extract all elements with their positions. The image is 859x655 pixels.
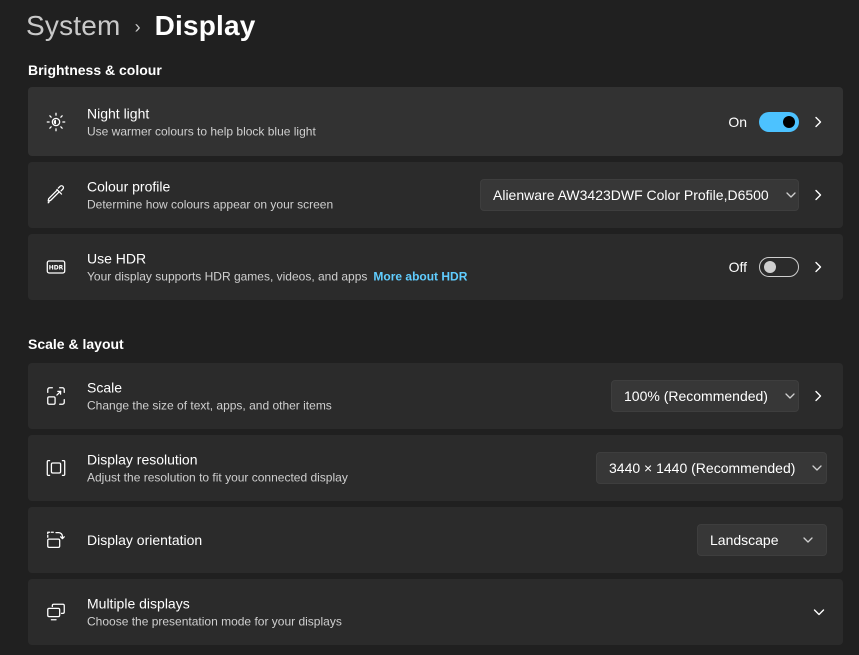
page-title: Display (154, 10, 256, 41)
colour-profile-selected: Alienware AW3423DWF Color Profile,D6500 (493, 187, 769, 203)
display-orientation-text: Display orientation (87, 531, 202, 549)
scale-selected: 100% (Recommended) (624, 388, 768, 404)
display-orientation-title: Display orientation (87, 532, 203, 548)
scale-icon (44, 384, 68, 408)
chevron-right-icon[interactable] (811, 115, 825, 129)
scale-title: Scale (87, 379, 123, 396)
colour-profile-description: Determine how colours appear on your scr… (87, 197, 334, 212)
display-resolution-card[interactable]: Display resolution Adjust the resolution… (28, 435, 843, 501)
colour-profile-dropdown[interactable]: Alienware AW3423DWF Color Profile,D6500 (480, 179, 799, 211)
chevron-right-icon[interactable] (811, 260, 825, 274)
night-light-state-label: On (728, 113, 747, 130)
multiple-displays-card[interactable]: Multiple displays Choose the presentatio… (28, 579, 843, 645)
scale-card[interactable]: Scale Change the size of text, apps, and… (28, 363, 843, 429)
multiple-displays-text: Multiple displays Choose the presentatio… (87, 595, 342, 630)
hdr-card[interactable]: HDR Use HDR Your display supports HDR ga… (28, 234, 843, 300)
chevron-down-icon (811, 462, 823, 474)
night-light-toggle-group: On (728, 111, 799, 132)
multiple-displays-icon (44, 600, 68, 624)
colour-profile-title: Colour profile (87, 178, 171, 195)
chevron-right-icon[interactable] (811, 389, 825, 403)
display-resolution-title: Display resolution (87, 451, 198, 468)
resolution-icon (44, 456, 68, 480)
display-resolution-description: Adjust the resolution to fit your connec… (87, 470, 348, 485)
display-resolution-dropdown[interactable]: 3440 × 1440 (Recommended) (596, 452, 827, 484)
hdr-description: Your display supports HDR games, videos,… (87, 269, 467, 285)
colour-profile-text: Colour profile Determine how colours app… (87, 178, 333, 213)
scale-dropdown[interactable]: 100% (Recommended) (611, 380, 799, 412)
breadcrumb: System › Display (26, 6, 256, 46)
colour-profile-card[interactable]: Colour profile Determine how colours app… (28, 162, 843, 228)
night-light-description: Use warmer colours to help block blue li… (87, 124, 316, 138)
display-resolution-selected: 3440 × 1440 (Recommended) (609, 460, 796, 476)
multiple-displays-title: Multiple displays (87, 595, 190, 612)
night-light-text: Night light Use warmer colours to help b… (87, 104, 316, 139)
toggle-knob (764, 261, 776, 273)
section-title-scale-layout: Scale & layout (28, 336, 124, 352)
toggle-knob (783, 115, 795, 128)
display-orientation-card[interactable]: Display orientation Landscape (28, 507, 843, 573)
chevron-down-icon (784, 390, 796, 402)
hdr-toggle[interactable] (759, 257, 799, 277)
display-resolution-text: Display resolution Adjust the resolution… (87, 451, 348, 486)
display-orientation-dropdown[interactable]: Landscape (697, 524, 827, 556)
chevron-down-icon (785, 189, 797, 201)
hdr-toggle-group: Off (729, 257, 799, 277)
hdr-icon: HDR (44, 255, 68, 279)
night-light-title: Night light (87, 105, 150, 121)
hdr-title: Use HDR (87, 250, 147, 267)
multiple-displays-description: Choose the presentation mode for your di… (87, 614, 342, 629)
chevron-right-icon[interactable] (811, 188, 825, 202)
hdr-state-label: Off (728, 259, 747, 275)
breadcrumb-system-link[interactable]: System (26, 10, 121, 42)
settings-display-page: System › Display Brightness & colour Nig… (0, 0, 859, 655)
orientation-icon (44, 528, 68, 552)
night-light-toggle[interactable] (759, 111, 799, 132)
hdr-description-text: Your display supports HDR games, videos,… (87, 269, 368, 284)
hdr-text: Use HDR Your display supports HDR games,… (87, 250, 467, 285)
chevron-down-icon (802, 534, 814, 546)
scale-description: Change the size of text, apps, and other… (87, 398, 332, 413)
display-orientation-selected: Landscape (710, 532, 779, 548)
brightness-icon (44, 110, 68, 134)
chevron-down-icon[interactable] (811, 604, 827, 620)
scale-text: Scale Change the size of text, apps, and… (87, 379, 332, 414)
night-light-card[interactable]: Night light Use warmer colours to help b… (28, 87, 843, 156)
section-title-brightness: Brightness & colour (28, 62, 162, 78)
breadcrumb-separator: › (134, 16, 141, 37)
eyedropper-icon (44, 183, 68, 207)
more-about-hdr-link[interactable]: More about HDR (373, 270, 467, 284)
svg-text:HDR: HDR (49, 264, 64, 271)
